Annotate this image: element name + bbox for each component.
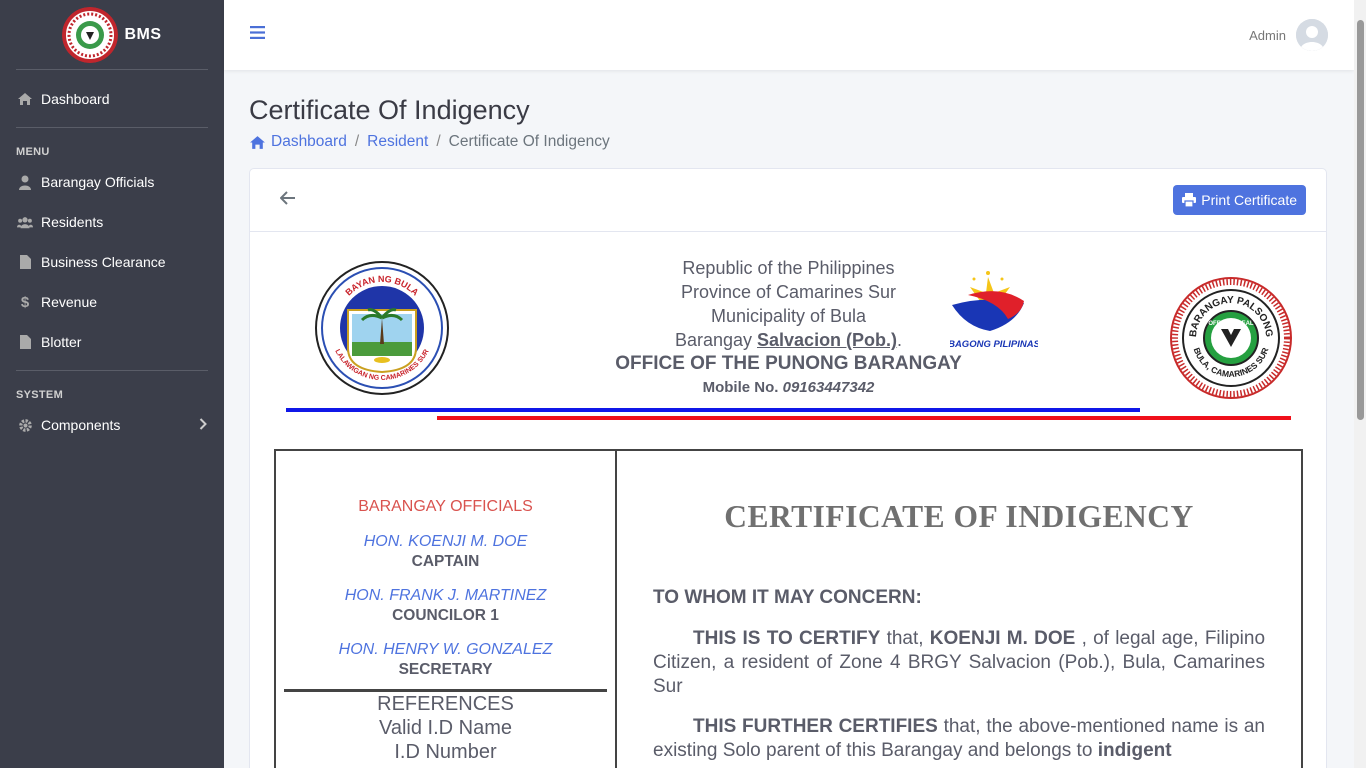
print-icon <box>1182 193 1197 207</box>
sidebar-item-barangay-officials[interactable]: Barangay Officials <box>0 162 224 202</box>
breadcrumb-dashboard[interactable]: Dashboard <box>249 133 347 151</box>
resident-name: KOENJI M. DOE <box>929 628 1076 649</box>
breadcrumb-resident[interactable]: Resident <box>367 133 428 151</box>
sidebar-item-blotter[interactable]: Blotter <box>0 322 224 362</box>
sidebar-item-components[interactable]: Components <box>0 405 224 445</box>
file-icon <box>17 334 33 350</box>
right-seal-inner-text: OFFICIAL SEAL <box>1208 321 1254 327</box>
card-header: Print Certificate <box>250 169 1326 232</box>
letterhead-red-rule <box>437 416 1291 420</box>
dollar-icon: $ <box>20 293 30 311</box>
brand[interactable]: BMS <box>16 0 208 70</box>
reference-id-name: Valid I.D Name <box>378 717 512 739</box>
mobile-number: 09163447342 <box>782 379 875 396</box>
official-name: HON. FRANK J. MARTINEZ <box>344 587 547 604</box>
breadcrumb-separator: / <box>354 133 360 150</box>
sidebar-item-residents[interactable]: Residents <box>0 202 224 242</box>
print-button-label: Print Certificate <box>1201 192 1297 208</box>
barangay-name: Salvacion (Pob.) <box>757 330 898 350</box>
certificate-text-panel: CERTIFICATE OF INDIGENCY TO WHOM IT MAY … <box>617 451 1301 768</box>
letterhead-mobile: Mobile No. 09163447342 <box>702 379 875 396</box>
barangay-palsong-seal-icon: OFFICIAL SEAL BARANGAY PALSONG BULA, CAM… <box>1170 277 1292 399</box>
sidebar-heading-menu: MENU <box>16 146 50 158</box>
user-tie-icon <box>17 174 33 190</box>
certificate-salutation: TO WHOM IT MAY CONCERN: <box>653 587 922 608</box>
certificate-title: CERTIFICATE OF INDIGENCY <box>724 499 1194 534</box>
breadcrumb-label: Dashboard <box>271 133 347 150</box>
bagong-pilipinas-caption: BAGONG PILIPINAS <box>950 339 1038 350</box>
sidebar-divider <box>16 370 208 371</box>
officials-heading: BARANGAY OFFICIALS <box>358 498 533 515</box>
breadcrumb-separator: / <box>436 133 441 150</box>
official-position: COUNCILOR 1 <box>392 607 499 624</box>
user-name: Admin <box>1249 27 1286 43</box>
gear-icon <box>17 417 33 433</box>
home-icon <box>250 135 265 149</box>
sidebar-item-label: Blotter <box>41 334 82 350</box>
avatar[interactable] <box>1296 19 1328 51</box>
scrollbar-thumb[interactable] <box>1357 20 1364 420</box>
print-certificate-button[interactable]: Print Certificate <box>1173 185 1306 215</box>
certificate-paragraph-2: THIS FURTHER CERTIFIES that, the above-m… <box>653 716 1265 761</box>
official-name: HON. KOENJI M. DOE <box>363 533 528 550</box>
users-icon <box>17 214 33 230</box>
sidebar-item-label: Components <box>41 417 121 433</box>
sidebar-heading-system: SYSTEM <box>16 389 64 401</box>
sidebar-divider <box>16 127 208 128</box>
official-position: CAPTAIN <box>411 553 480 570</box>
brand-name: BMS <box>124 25 162 43</box>
bagong-pilipinas-logo: BAGONG PILIPINAS <box>950 271 1038 350</box>
file-icon <box>17 254 33 270</box>
sidebar-item-label: Revenue <box>41 294 98 310</box>
letterhead: BAYAN NG BULA LALAWIGAN NG CAMARINES SUR… <box>250 232 1328 432</box>
breadcrumb: Dashboard / Resident / Certificate Of In… <box>249 133 1327 151</box>
home-icon <box>17 91 33 107</box>
certificate-paragraph-1: THIS IS TO CERTIFY that, KOENJI M. DOE ,… <box>653 628 1266 697</box>
user-menu[interactable]: Admin <box>1249 19 1328 51</box>
page-scrollbar[interactable] <box>1354 0 1366 768</box>
certificate-card: Print Certificate BAYAN NG BULA LALAWIGA… <box>249 168 1327 768</box>
sidebar-item-label: Barangay Officials <box>41 174 155 190</box>
sidebar-item-revenue[interactable]: $ Revenue <box>0 282 224 322</box>
official-position: SECRETARY <box>398 661 493 678</box>
bayan-ng-bula-seal-icon: BAYAN NG BULA LALAWIGAN NG CAMARINES SUR <box>315 261 449 395</box>
reference-id-number: I.D Number <box>394 741 497 763</box>
hamburger-menu-icon[interactable] <box>250 26 265 44</box>
topbar: Admin <box>224 0 1354 70</box>
sidebar-item-label: Dashboard <box>41 91 110 107</box>
officials-panel: BARANGAY OFFICIALS HON. KOENJI M. DOE CA… <box>276 451 617 768</box>
letterhead-office: OFFICE OF THE PUNONG BARANGAY <box>615 353 962 374</box>
official-name: HON. HENRY W. GONZALEZ <box>338 641 553 658</box>
back-arrow-icon[interactable] <box>279 190 296 210</box>
sidebar-item-label: Residents <box>41 214 104 230</box>
page-title: Certificate Of Indigency <box>249 95 530 125</box>
sidebar: BMS Dashboard MENU Barangay Officials Re… <box>0 0 224 768</box>
sidebar-item-business-clearance[interactable]: Business Clearance <box>0 242 224 282</box>
barangay-palsong-seal-icon <box>62 6 119 63</box>
certificate-body: BARANGAY OFFICIALS HON. KOENJI M. DOE CA… <box>274 449 1303 768</box>
main-content: Certificate Of Indigency Dashboard / Res… <box>249 70 1327 768</box>
sidebar-item-label: Business Clearance <box>41 254 166 270</box>
references-heading: REFERENCES <box>377 693 514 715</box>
sidebar-item-dashboard[interactable]: Dashboard <box>0 79 224 119</box>
chevron-right-icon <box>199 417 207 433</box>
breadcrumb-current: Certificate Of Indigency <box>448 133 610 150</box>
letterhead-blue-rule <box>286 408 1140 412</box>
